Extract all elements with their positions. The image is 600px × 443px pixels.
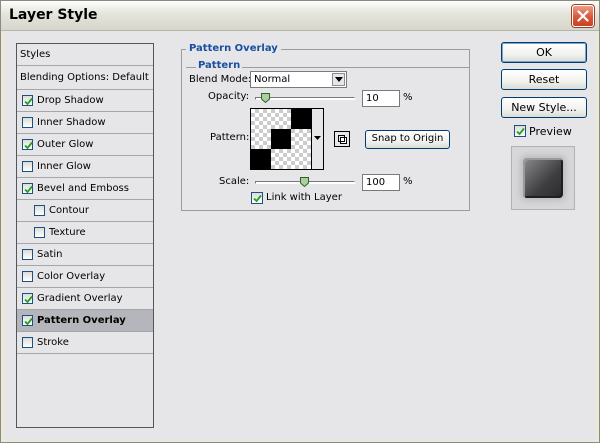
reset-button[interactable]: Reset <box>501 69 587 90</box>
style-item-contour[interactable]: Contour <box>17 200 153 222</box>
style-item-label: Outer Glow <box>37 139 94 150</box>
opacity-label: Opacity: <box>208 91 250 102</box>
style-checkbox[interactable] <box>22 95 33 106</box>
opacity-slider-track[interactable] <box>255 97 355 100</box>
style-checkbox[interactable] <box>22 249 33 260</box>
new-preset-icon <box>338 135 347 144</box>
style-checkbox[interactable] <box>22 293 33 304</box>
scale-input[interactable]: 100 <box>362 174 400 191</box>
checkmark-icon <box>516 127 525 136</box>
title-bar[interactable]: Layer Style <box>1 1 599 31</box>
new-style-button[interactable]: New Style... <box>501 97 587 118</box>
layer-style-dialog: Layer Style Styles Blending Options: Def… <box>0 0 600 443</box>
style-item-pattern-overlay[interactable]: Pattern Overlay <box>17 310 153 332</box>
style-preview <box>511 146 575 210</box>
pattern-swatch[interactable] <box>250 108 312 170</box>
style-checkbox[interactable] <box>22 161 33 172</box>
style-checkbox[interactable] <box>22 337 33 348</box>
style-checkbox[interactable] <box>22 117 33 128</box>
reset-label: Reset <box>528 73 560 86</box>
style-item-texture[interactable]: Texture <box>17 222 153 244</box>
link-with-layer-checkbox[interactable] <box>251 192 263 204</box>
styles-list: Styles Blending Options: Default Drop Sh… <box>16 43 154 428</box>
style-item-label: Inner Shadow <box>37 117 106 128</box>
style-item-label: Inner Glow <box>37 161 91 172</box>
style-item-gradient-overlay[interactable]: Gradient Overlay <box>17 288 153 310</box>
blending-options-label: Blending Options: Default <box>20 72 149 83</box>
chevron-down-icon[interactable] <box>332 73 345 86</box>
style-item-drop-shadow[interactable]: Drop Shadow <box>17 90 153 112</box>
subgroup-title: Pattern <box>196 60 243 71</box>
checkmark-icon <box>24 295 33 304</box>
scale-value: 100 <box>366 177 386 188</box>
opacity-value: 10 <box>366 93 379 104</box>
checkmark-icon <box>24 185 33 194</box>
scale-slider-thumb[interactable] <box>299 177 309 187</box>
preview-label: Preview <box>529 125 572 138</box>
style-checkbox[interactable] <box>34 205 45 216</box>
triangle-down-icon <box>314 136 321 140</box>
style-item-stroke[interactable]: Stroke <box>17 332 153 354</box>
style-checkbox[interactable] <box>22 271 33 282</box>
styles-header-label: Styles <box>20 49 51 60</box>
style-item-inner-shadow[interactable]: Inner Shadow <box>17 112 153 134</box>
checkmark-icon <box>24 141 33 150</box>
blend-mode-value: Normal <box>254 74 291 85</box>
style-item-label: Bevel and Emboss <box>37 183 129 194</box>
style-checkbox[interactable] <box>22 183 33 194</box>
blend-mode-select[interactable]: Normal <box>250 71 347 88</box>
ok-button[interactable]: OK <box>501 42 587 63</box>
pattern-cell <box>251 149 271 169</box>
style-item-color-overlay[interactable]: Color Overlay <box>17 266 153 288</box>
checkmark-icon <box>24 97 33 106</box>
dialog-content: Styles Blending Options: Default Drop Sh… <box>4 31 596 441</box>
snap-to-origin-button[interactable]: Snap to Origin <box>365 130 450 149</box>
style-item-label: Satin <box>37 249 63 260</box>
blend-mode-label: Blend Mode: <box>189 74 252 85</box>
checkmark-icon <box>24 317 33 326</box>
snap-to-origin-label: Snap to Origin <box>371 133 444 144</box>
opacity-unit: % <box>403 92 413 103</box>
style-item-label: Gradient Overlay <box>37 293 123 304</box>
style-item-bevel-and-emboss[interactable]: Bevel and Emboss <box>17 178 153 200</box>
styles-header[interactable]: Styles <box>17 44 153 66</box>
blending-options-item[interactable]: Blending Options: Default <box>17 66 153 90</box>
opacity-slider-thumb[interactable] <box>261 93 270 103</box>
checkmark-icon <box>253 194 262 203</box>
style-checkbox[interactable] <box>34 227 45 238</box>
pattern-picker-button[interactable] <box>312 108 324 170</box>
preview-thumbnail <box>523 158 563 198</box>
close-icon <box>577 10 589 22</box>
ok-label: OK <box>536 46 552 59</box>
style-checkbox[interactable] <box>22 315 33 326</box>
pattern-cell <box>271 129 291 149</box>
style-item-label: Pattern Overlay <box>37 315 126 326</box>
pattern-label: Pattern: <box>210 132 250 143</box>
close-button[interactable] <box>572 5 594 27</box>
style-item-label: Contour <box>49 205 89 216</box>
pattern-cell <box>291 109 311 129</box>
opacity-input[interactable]: 10 <box>362 90 400 107</box>
style-checkbox[interactable] <box>22 139 33 150</box>
group-title: Pattern Overlay <box>186 43 281 54</box>
create-preset-button[interactable] <box>334 131 350 147</box>
style-item-inner-glow[interactable]: Inner Glow <box>17 156 153 178</box>
style-item-label: Drop Shadow <box>37 95 104 106</box>
style-item-label: Texture <box>49 227 86 238</box>
link-with-layer-label: Link with Layer <box>266 192 342 203</box>
scale-unit: % <box>403 176 413 187</box>
scale-label: Scale: <box>219 176 250 187</box>
style-item-satin[interactable]: Satin <box>17 244 153 266</box>
window-title: Layer Style <box>9 7 98 23</box>
style-item-outer-glow[interactable]: Outer Glow <box>17 134 153 156</box>
style-item-label: Color Overlay <box>37 271 106 282</box>
preview-checkbox[interactable] <box>514 125 526 137</box>
new-style-label: New Style... <box>511 101 577 114</box>
style-item-label: Stroke <box>37 337 69 348</box>
